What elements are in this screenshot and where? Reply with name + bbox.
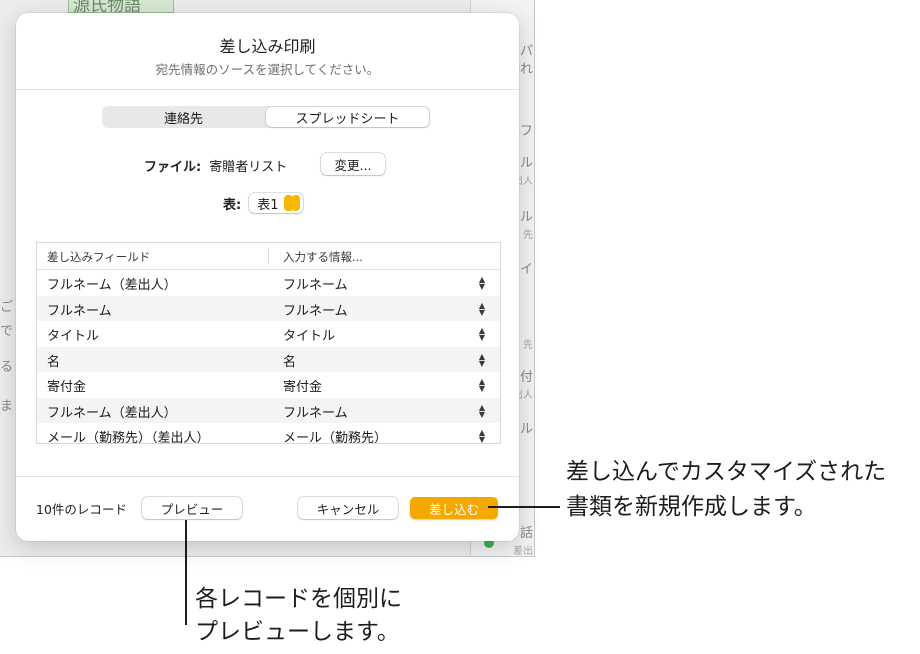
divider: [16, 89, 519, 90]
merge-field-name: 名: [47, 354, 61, 370]
background-text: ま: [0, 399, 14, 414]
background-side-text: 付: [519, 370, 533, 385]
chevron-up-down-icon[interactable]: ▲ ▼: [477, 327, 487, 342]
background-text: ご: [0, 300, 14, 315]
info-popup[interactable]: タイトル: [283, 325, 335, 344]
chevron-up-down-icon: ⌃ ⌃: [284, 195, 301, 212]
table-row: フルネーム フルネーム ▲ ▼: [37, 295, 500, 321]
info-popup[interactable]: 名: [283, 351, 296, 370]
preview-callout-line: [185, 520, 187, 625]
merge-button[interactable]: 差し込む: [410, 497, 498, 519]
table-row: 寄付金 寄付金 ▲ ▼: [37, 372, 500, 398]
background-side-text: ル: [519, 210, 533, 225]
preview-callout-line1: 各レコードを個別に: [195, 586, 402, 612]
file-row: ファイル: 寄贈者リスト: [144, 156, 287, 175]
source-segmented-control: 連絡先 スプレッドシート: [102, 106, 430, 128]
background-side-text: イ: [519, 262, 533, 277]
chevron-up-down-icon[interactable]: ▲ ▼: [477, 429, 487, 444]
merge-field-name: 寄付金: [47, 380, 87, 395]
merge-field-name: タイトル: [47, 329, 100, 344]
table-row: メール（勤務先）（差出人） メール（勤務先） ▲ ▼: [37, 423, 500, 444]
chevron-up-down-icon[interactable]: ▲ ▼: [477, 378, 487, 393]
file-label: ファイル:: [144, 160, 202, 175]
mail-merge-dialog: 差し込み印刷 宛先情報のソースを選択してください。 連絡先 スプレッドシート フ…: [16, 13, 519, 541]
info-popup[interactable]: 寄付金: [283, 376, 322, 395]
chevron-up-down-icon[interactable]: ▲ ▼: [477, 403, 487, 418]
merge-field-name: フルネーム（差出人）: [47, 278, 177, 293]
record-count: 10件のレコード: [36, 502, 127, 517]
merge-field-name: フルネーム: [47, 303, 112, 319]
divider: [16, 476, 519, 477]
table-row: タイトル タイトル ▲ ▼: [37, 321, 500, 347]
field-mapping-table: 差し込みフィールド 入力する情報... フルネーム（差出人） フルネーム ▲ ▼ …: [36, 242, 501, 444]
table-label: 表:: [223, 197, 242, 213]
background-side-text: 話: [519, 526, 533, 541]
chevron-up-down-icon[interactable]: ▲ ▼: [477, 301, 487, 316]
cancel-button[interactable]: キャンセル: [298, 497, 398, 519]
table-popup-value: 表1: [257, 197, 279, 213]
merge-callout-line1: 差し込んでカスタマイズされた: [566, 459, 887, 485]
background-side-text: 差出: [513, 546, 533, 557]
background-side-text: ル: [519, 422, 533, 437]
column-separator: [268, 248, 269, 264]
info-popup[interactable]: フルネーム: [283, 402, 348, 421]
preview-callout-line2: プレビューします。: [195, 619, 400, 645]
background-side-text: 先: [523, 340, 533, 351]
merge-callout-line: [488, 506, 560, 508]
merge-callout-line2: 書類を新規作成します。: [566, 494, 817, 520]
table-row: 名 名 ▲ ▼: [37, 346, 500, 372]
info-popup[interactable]: フルネーム: [283, 300, 348, 319]
segment-spreadsheet[interactable]: スプレッドシート: [266, 107, 429, 127]
dialog-title: 差し込み印刷: [219, 37, 316, 56]
column-header-field: 差し込みフィールド: [47, 250, 151, 264]
background-side-text: 先: [523, 230, 533, 241]
chevron-up-down-icon[interactable]: ▲ ▼: [477, 352, 487, 367]
table-row: フルネーム（差出人） フルネーム ▲ ▼: [37, 397, 500, 423]
column-header-info: 入力する情報...: [283, 250, 363, 264]
file-value: 寄贈者リスト: [209, 160, 288, 175]
preview-button[interactable]: プレビュー: [142, 497, 242, 519]
info-popup[interactable]: フルネーム: [283, 274, 348, 293]
dialog-subtitle: 宛先情報のソースを選択してください。: [155, 62, 380, 77]
change-file-button[interactable]: 変更...: [321, 153, 385, 175]
background-side-text: ル: [519, 156, 533, 171]
background-text: る: [0, 360, 14, 375]
segment-contacts[interactable]: 連絡先: [102, 106, 265, 128]
table-header: 差し込みフィールド 入力する情報...: [37, 243, 500, 270]
table-row: フルネーム（差出人） フルネーム ▲ ▼: [37, 270, 500, 296]
info-popup[interactable]: メール（勤務先）: [283, 427, 387, 443]
background-text: で: [0, 324, 14, 339]
background-doc-title: 源氏物語: [68, 0, 174, 13]
merge-field-name: フルネーム（差出人）: [47, 405, 177, 421]
merge-field-name: メール（勤務先）（差出人）: [47, 431, 210, 444]
chevron-up-down-icon[interactable]: ▲ ▼: [477, 276, 487, 291]
table-select-row: 表: 表1 ⌃ ⌃: [223, 193, 304, 213]
table-popup[interactable]: 表1 ⌃ ⌃: [249, 193, 304, 213]
